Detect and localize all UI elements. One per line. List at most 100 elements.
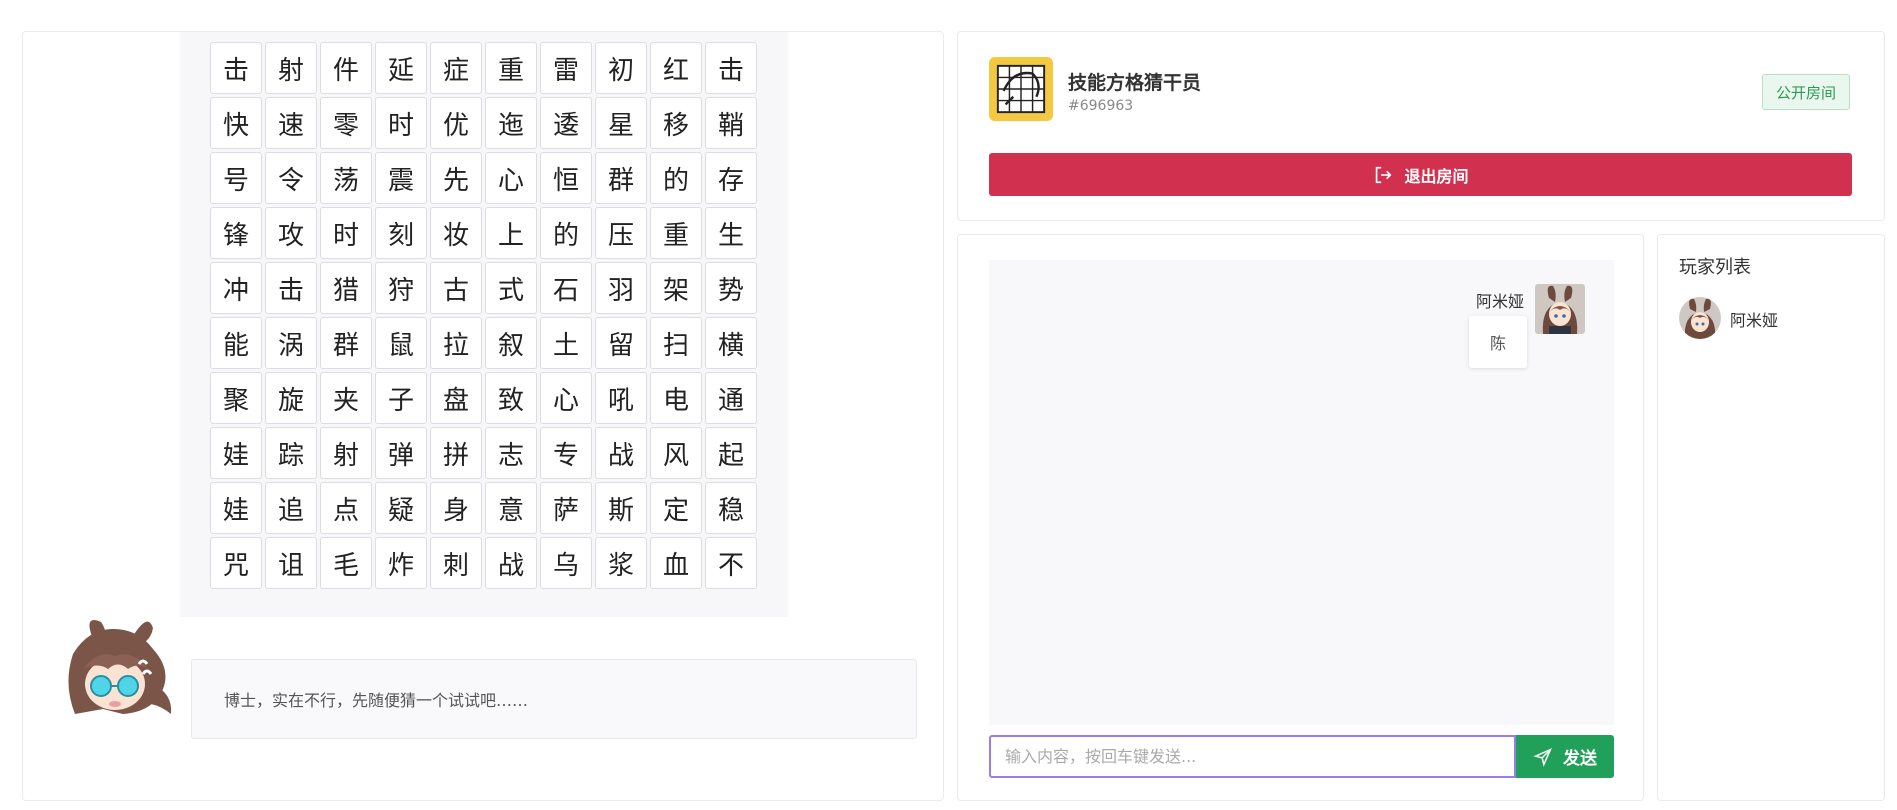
grid-cell[interactable]: 先 (430, 152, 482, 204)
grid-cell[interactable]: 诅 (265, 537, 317, 589)
grid-cell[interactable]: 延 (375, 42, 427, 94)
grid-cell[interactable]: 吼 (595, 372, 647, 424)
grid-cell[interactable]: 心 (485, 152, 537, 204)
grid-cell[interactable]: 咒 (210, 537, 262, 589)
grid-cell[interactable]: 风 (650, 427, 702, 479)
grid-cell[interactable]: 重 (650, 207, 702, 259)
grid-cell[interactable]: 古 (430, 262, 482, 314)
grid-cell[interactable]: 聚 (210, 372, 262, 424)
grid-cell[interactable]: 不 (705, 537, 757, 589)
grid-cell[interactable]: 架 (650, 262, 702, 314)
grid-cell[interactable]: 快 (210, 97, 262, 149)
send-button[interactable]: 发送 (1516, 735, 1614, 778)
grid-cell[interactable]: 疑 (375, 482, 427, 534)
grid-cell[interactable]: 叙 (485, 317, 537, 369)
grid-cell[interactable]: 战 (485, 537, 537, 589)
grid-cell[interactable]: 土 (540, 317, 592, 369)
grid-cell[interactable]: 娃 (210, 482, 262, 534)
grid-cell[interactable]: 攻 (265, 207, 317, 259)
grid-cell[interactable]: 妆 (430, 207, 482, 259)
grid-cell[interactable]: 荡 (320, 152, 372, 204)
grid-cell[interactable]: 炸 (375, 537, 427, 589)
grid-cell[interactable]: 留 (595, 317, 647, 369)
grid-cell[interactable]: 扫 (650, 317, 702, 369)
grid-cell[interactable]: 重 (485, 42, 537, 94)
grid-cell[interactable]: 起 (705, 427, 757, 479)
grid-cell[interactable]: 定 (650, 482, 702, 534)
grid-cell[interactable]: 鼠 (375, 317, 427, 369)
grid-cell[interactable]: 点 (320, 482, 372, 534)
grid-cell[interactable]: 致 (485, 372, 537, 424)
grid-cell[interactable]: 冲 (210, 262, 262, 314)
grid-cell[interactable]: 通 (705, 372, 757, 424)
grid-cell[interactable]: 症 (430, 42, 482, 94)
grid-cell[interactable]: 射 (265, 42, 317, 94)
grid-cell[interactable]: 狩 (375, 262, 427, 314)
grid-cell[interactable]: 身 (430, 482, 482, 534)
grid-cell[interactable]: 时 (375, 97, 427, 149)
grid-cell[interactable]: 件 (320, 42, 372, 94)
grid-cell[interactable]: 迤 (485, 97, 537, 149)
grid-cell[interactable]: 羽 (595, 262, 647, 314)
chat-message-area[interactable]: 阿米娅 陈 (989, 260, 1614, 725)
grid-cell[interactable]: 斯 (595, 482, 647, 534)
grid-cell[interactable]: 稳 (705, 482, 757, 534)
grid-cell[interactable]: 弹 (375, 427, 427, 479)
grid-cell[interactable]: 刺 (430, 537, 482, 589)
grid-cell[interactable]: 星 (595, 97, 647, 149)
grid-cell[interactable]: 击 (265, 262, 317, 314)
grid-cell[interactable]: 零 (320, 97, 372, 149)
grid-cell[interactable]: 乌 (540, 537, 592, 589)
grid-cell[interactable]: 心 (540, 372, 592, 424)
grid-cell[interactable]: 子 (375, 372, 427, 424)
grid-cell[interactable]: 猎 (320, 262, 372, 314)
grid-cell[interactable]: 战 (595, 427, 647, 479)
grid-cell[interactable]: 生 (705, 207, 757, 259)
grid-cell[interactable]: 速 (265, 97, 317, 149)
grid-cell[interactable]: 的 (540, 207, 592, 259)
grid-cell[interactable]: 追 (265, 482, 317, 534)
grid-cell[interactable]: 涡 (265, 317, 317, 369)
grid-cell[interactable]: 旋 (265, 372, 317, 424)
grid-cell[interactable]: 毛 (320, 537, 372, 589)
grid-cell[interactable]: 萨 (540, 482, 592, 534)
grid-cell[interactable]: 石 (540, 262, 592, 314)
grid-cell[interactable]: 踪 (265, 427, 317, 479)
grid-cell[interactable]: 意 (485, 482, 537, 534)
grid-cell[interactable]: 刻 (375, 207, 427, 259)
grid-cell[interactable]: 势 (705, 262, 757, 314)
exit-room-button[interactable]: 退出房间 (989, 153, 1852, 196)
grid-cell[interactable]: 雷 (540, 42, 592, 94)
grid-cell[interactable]: 击 (705, 42, 757, 94)
grid-cell[interactable]: 锋 (210, 207, 262, 259)
grid-cell[interactable]: 夹 (320, 372, 372, 424)
grid-cell[interactable]: 击 (210, 42, 262, 94)
grid-cell[interactable]: 志 (485, 427, 537, 479)
chat-input[interactable] (989, 735, 1516, 778)
grid-cell[interactable]: 血 (650, 537, 702, 589)
player-avatar[interactable] (1679, 297, 1721, 339)
grid-cell[interactable]: 专 (540, 427, 592, 479)
grid-cell[interactable]: 压 (595, 207, 647, 259)
grid-cell[interactable]: 式 (485, 262, 537, 314)
grid-cell[interactable]: 拼 (430, 427, 482, 479)
grid-cell[interactable]: 的 (650, 152, 702, 204)
grid-cell[interactable]: 群 (595, 152, 647, 204)
grid-cell[interactable]: 优 (430, 97, 482, 149)
grid-cell[interactable]: 能 (210, 317, 262, 369)
grid-cell[interactable]: 浆 (595, 537, 647, 589)
grid-cell[interactable]: 红 (650, 42, 702, 94)
grid-cell[interactable]: 移 (650, 97, 702, 149)
grid-cell[interactable]: 初 (595, 42, 647, 94)
grid-cell[interactable]: 逶 (540, 97, 592, 149)
grid-cell[interactable]: 号 (210, 152, 262, 204)
grid-cell[interactable]: 时 (320, 207, 372, 259)
grid-cell[interactable]: 存 (705, 152, 757, 204)
grid-cell[interactable]: 群 (320, 317, 372, 369)
grid-cell[interactable]: 上 (485, 207, 537, 259)
grid-cell[interactable]: 鞘 (705, 97, 757, 149)
grid-cell[interactable]: 射 (320, 427, 372, 479)
grid-cell[interactable]: 娃 (210, 427, 262, 479)
grid-cell[interactable]: 震 (375, 152, 427, 204)
grid-cell[interactable]: 恒 (540, 152, 592, 204)
